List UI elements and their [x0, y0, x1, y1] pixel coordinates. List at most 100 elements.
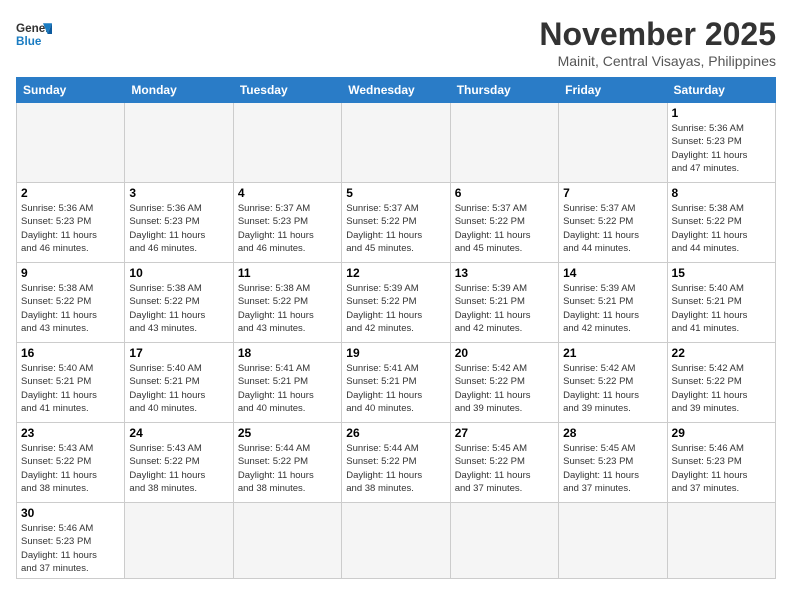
- page-header: General Blue November 2025 Mainit, Centr…: [16, 16, 776, 69]
- day-number: 11: [238, 266, 337, 280]
- day-number: 5: [346, 186, 445, 200]
- calendar-cell: [667, 503, 775, 579]
- day-info: Sunrise: 5:38 AM Sunset: 5:22 PM Dayligh…: [672, 202, 771, 255]
- day-number: 1: [672, 106, 771, 120]
- calendar-cell: 6 Sunrise: 5:37 AM Sunset: 5:22 PM Daylig…: [450, 183, 558, 263]
- calendar-cell: 2 Sunrise: 5:36 AM Sunset: 5:23 PM Daylig…: [17, 183, 125, 263]
- calendar-cell: [342, 503, 450, 579]
- calendar-cell: 20 Sunrise: 5:42 AM Sunset: 5:22 PM Dayli…: [450, 343, 558, 423]
- day-info: Sunrise: 5:38 AM Sunset: 5:22 PM Dayligh…: [238, 282, 337, 335]
- day-info: Sunrise: 5:39 AM Sunset: 5:22 PM Dayligh…: [346, 282, 445, 335]
- day-info: Sunrise: 5:39 AM Sunset: 5:21 PM Dayligh…: [563, 282, 662, 335]
- day-number: 14: [563, 266, 662, 280]
- week-row-6: 30 Sunrise: 5:46 AM Sunset: 5:23 PM Dayli…: [17, 503, 776, 579]
- calendar-cell: 19 Sunrise: 5:41 AM Sunset: 5:21 PM Dayli…: [342, 343, 450, 423]
- calendar-cell: [233, 103, 341, 183]
- calendar-cell: 15 Sunrise: 5:40 AM Sunset: 5:21 PM Dayli…: [667, 263, 775, 343]
- calendar-cell: 5 Sunrise: 5:37 AM Sunset: 5:22 PM Daylig…: [342, 183, 450, 263]
- calendar-cell: 21 Sunrise: 5:42 AM Sunset: 5:22 PM Dayli…: [559, 343, 667, 423]
- calendar-cell: 25 Sunrise: 5:44 AM Sunset: 5:22 PM Dayli…: [233, 423, 341, 503]
- day-info: Sunrise: 5:37 AM Sunset: 5:23 PM Dayligh…: [238, 202, 337, 255]
- calendar-cell: 18Sunrise: 5:41 AM Sunset: 5:21 PM Dayli…: [233, 343, 341, 423]
- calendar-cell: 9 Sunrise: 5:38 AM Sunset: 5:22 PM Daylig…: [17, 263, 125, 343]
- week-row-2: 2 Sunrise: 5:36 AM Sunset: 5:23 PM Daylig…: [17, 183, 776, 263]
- calendar-cell: 29Sunrise: 5:46 AM Sunset: 5:23 PM Dayli…: [667, 423, 775, 503]
- day-number: 15: [672, 266, 771, 280]
- day-info: Sunrise: 5:36 AM Sunset: 5:23 PM Dayligh…: [672, 122, 771, 175]
- weekday-header-tuesday: Tuesday: [233, 78, 341, 103]
- day-info: Sunrise: 5:44 AM Sunset: 5:22 PM Dayligh…: [346, 442, 445, 495]
- calendar-cell: 22Sunrise: 5:42 AM Sunset: 5:22 PM Dayli…: [667, 343, 775, 423]
- calendar-cell: 8Sunrise: 5:38 AM Sunset: 5:22 PM Daylig…: [667, 183, 775, 263]
- day-number: 18: [238, 346, 337, 360]
- day-info: Sunrise: 5:44 AM Sunset: 5:22 PM Dayligh…: [238, 442, 337, 495]
- calendar-cell: [125, 103, 233, 183]
- weekday-header-sunday: Sunday: [17, 78, 125, 103]
- day-number: 21: [563, 346, 662, 360]
- weekday-header-thursday: Thursday: [450, 78, 558, 103]
- week-row-4: 16 Sunrise: 5:40 AM Sunset: 5:21 PM Dayli…: [17, 343, 776, 423]
- day-number: 23: [21, 426, 120, 440]
- day-number: 20: [455, 346, 554, 360]
- calendar-table: SundayMondayTuesdayWednesdayThursdayFrid…: [16, 77, 776, 579]
- calendar-cell: [233, 503, 341, 579]
- day-info: Sunrise: 5:41 AM Sunset: 5:21 PM Dayligh…: [346, 362, 445, 415]
- weekday-header-friday: Friday: [559, 78, 667, 103]
- day-number: 25: [238, 426, 337, 440]
- calendar-cell: [450, 503, 558, 579]
- calendar-cell: 30 Sunrise: 5:46 AM Sunset: 5:23 PM Dayli…: [17, 503, 125, 579]
- day-number: 16: [21, 346, 120, 360]
- day-number: 27: [455, 426, 554, 440]
- day-info: Sunrise: 5:37 AM Sunset: 5:22 PM Dayligh…: [455, 202, 554, 255]
- day-info: Sunrise: 5:37 AM Sunset: 5:22 PM Dayligh…: [346, 202, 445, 255]
- day-number: 10: [129, 266, 228, 280]
- day-info: Sunrise: 5:42 AM Sunset: 5:22 PM Dayligh…: [563, 362, 662, 415]
- day-number: 12: [346, 266, 445, 280]
- day-number: 30: [21, 506, 120, 520]
- calendar-cell: [125, 503, 233, 579]
- day-number: 4: [238, 186, 337, 200]
- day-number: 6: [455, 186, 554, 200]
- day-number: 2: [21, 186, 120, 200]
- day-info: Sunrise: 5:46 AM Sunset: 5:23 PM Dayligh…: [21, 522, 120, 575]
- day-info: Sunrise: 5:45 AM Sunset: 5:22 PM Dayligh…: [455, 442, 554, 495]
- calendar-cell: 14 Sunrise: 5:39 AM Sunset: 5:21 PM Dayli…: [559, 263, 667, 343]
- weekday-header-monday: Monday: [125, 78, 233, 103]
- day-info: Sunrise: 5:43 AM Sunset: 5:22 PM Dayligh…: [129, 442, 228, 495]
- day-number: 7: [563, 186, 662, 200]
- day-info: Sunrise: 5:40 AM Sunset: 5:21 PM Dayligh…: [21, 362, 120, 415]
- day-number: 26: [346, 426, 445, 440]
- day-number: 13: [455, 266, 554, 280]
- calendar-cell: 17Sunrise: 5:40 AM Sunset: 5:21 PM Dayli…: [125, 343, 233, 423]
- day-info: Sunrise: 5:42 AM Sunset: 5:22 PM Dayligh…: [672, 362, 771, 415]
- day-number: 19: [346, 346, 445, 360]
- calendar-cell: 1 Sunrise: 5:36 AM Sunset: 5:23 PM Daylig…: [667, 103, 775, 183]
- day-number: 9: [21, 266, 120, 280]
- calendar-cell: [559, 503, 667, 579]
- calendar-cell: 12 Sunrise: 5:39 AM Sunset: 5:22 PM Dayli…: [342, 263, 450, 343]
- day-number: 3: [129, 186, 228, 200]
- calendar-cell: 26 Sunrise: 5:44 AM Sunset: 5:22 PM Dayli…: [342, 423, 450, 503]
- weekday-header-saturday: Saturday: [667, 78, 775, 103]
- week-row-5: 23 Sunrise: 5:43 AM Sunset: 5:22 PM Dayli…: [17, 423, 776, 503]
- day-info: Sunrise: 5:37 AM Sunset: 5:22 PM Dayligh…: [563, 202, 662, 255]
- calendar-cell: 10Sunrise: 5:38 AM Sunset: 5:22 PM Dayli…: [125, 263, 233, 343]
- day-info: Sunrise: 5:38 AM Sunset: 5:22 PM Dayligh…: [21, 282, 120, 335]
- calendar-cell: 27 Sunrise: 5:45 AM Sunset: 5:22 PM Dayli…: [450, 423, 558, 503]
- day-info: Sunrise: 5:36 AM Sunset: 5:23 PM Dayligh…: [129, 202, 228, 255]
- calendar-cell: [559, 103, 667, 183]
- calendar-cell: 11 Sunrise: 5:38 AM Sunset: 5:22 PM Dayli…: [233, 263, 341, 343]
- calendar-cell: [17, 103, 125, 183]
- logo-icon: General Blue: [16, 16, 52, 52]
- calendar-cell: 28Sunrise: 5:45 AM Sunset: 5:23 PM Dayli…: [559, 423, 667, 503]
- day-info: Sunrise: 5:43 AM Sunset: 5:22 PM Dayligh…: [21, 442, 120, 495]
- day-info: Sunrise: 5:42 AM Sunset: 5:22 PM Dayligh…: [455, 362, 554, 415]
- day-number: 24: [129, 426, 228, 440]
- weekday-header-wednesday: Wednesday: [342, 78, 450, 103]
- day-number: 29: [672, 426, 771, 440]
- calendar-cell: 4 Sunrise: 5:37 AM Sunset: 5:23 PM Daylig…: [233, 183, 341, 263]
- day-info: Sunrise: 5:36 AM Sunset: 5:23 PM Dayligh…: [21, 202, 120, 255]
- logo: General Blue: [16, 16, 52, 52]
- day-info: Sunrise: 5:39 AM Sunset: 5:21 PM Dayligh…: [455, 282, 554, 335]
- day-info: Sunrise: 5:40 AM Sunset: 5:21 PM Dayligh…: [672, 282, 771, 335]
